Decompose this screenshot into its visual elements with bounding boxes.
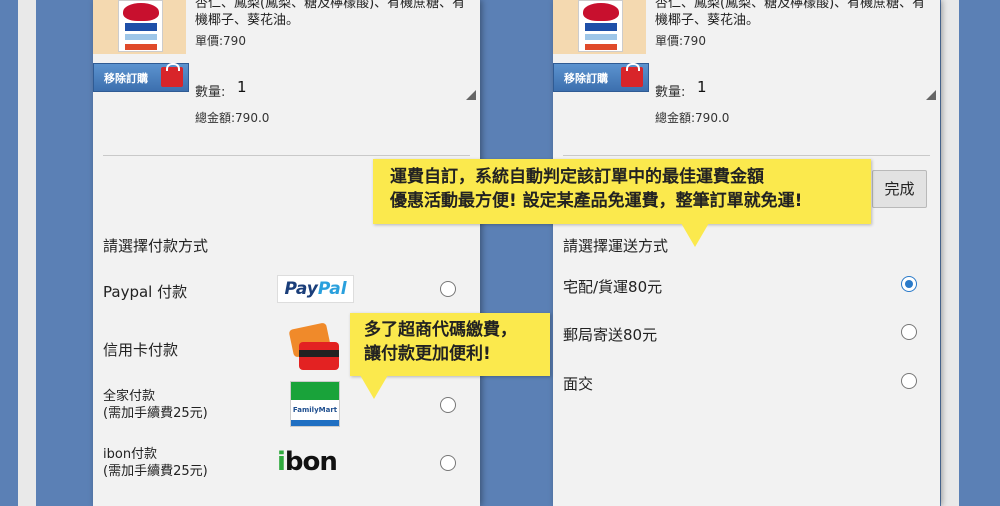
ibon-logo-text-2: bon <box>284 447 338 477</box>
remove-order-label: 移除訂購 <box>564 71 608 85</box>
unit-price: 單價:790 <box>655 34 706 48</box>
shipping-callout-line-1: 運費自訂，系統自動判定該訂單中的最佳運費金額 <box>390 167 764 187</box>
radio-delivery[interactable] <box>901 276 917 292</box>
shipping-callout-line-2: 優惠活動最方便! 設定某產品免運費，整筆訂單就免運! <box>390 191 803 211</box>
desc-line-1: 杏仁、鳳梨(鳳梨、糖及檸檬酸)、有機蔗糖、有 <box>195 0 466 11</box>
shipping-option-delivery[interactable]: 宅配/貨運80元 <box>563 276 662 297</box>
payment-option-ibon[interactable]: ibon付款 (需加手續費25元) <box>103 446 208 480</box>
payment-screen: 杏仁、鳳梨(鳳梨、糖及檸檬酸)、有機蔗糖、有 機椰子、葵花油。 單價:790 移… <box>93 0 480 506</box>
product-image <box>93 0 186 54</box>
quantity-input[interactable]: 1 <box>697 78 707 96</box>
product-description: 杏仁、鳳梨(鳳梨、糖及檸檬酸)、有機蔗糖、有 機椰子、葵花油。 <box>655 0 940 29</box>
remove-order-button[interactable]: 移除訂購 <box>93 63 189 92</box>
desc-line-1: 杏仁、鳳梨(鳳梨、糖及檸檬酸)、有機蔗糖、有 <box>655 0 926 11</box>
remove-order-button[interactable]: 移除訂購 <box>553 63 649 92</box>
left-gutter <box>18 0 36 506</box>
paypal-logo-text-2: Pal <box>317 279 347 299</box>
payment-title: 請選擇付款方式 <box>103 237 209 255</box>
payment-callout: 多了超商代碼繳費， 讓付款更加便利! <box>350 313 550 399</box>
product-package <box>118 0 163 52</box>
payment-option-familymart[interactable]: 全家付款 (需加手續費25元) <box>103 388 208 422</box>
divider <box>563 155 930 156</box>
credit-card-icon <box>288 322 341 372</box>
product-package <box>578 0 623 52</box>
familymart-logo: FamilyMart <box>290 381 340 427</box>
shipping-option-post[interactable]: 郵局寄送80元 <box>563 324 657 345</box>
unit-price: 單價:790 <box>195 34 246 48</box>
shipping-screen: 杏仁、鳳梨(鳳梨、糖及檸檬酸)、有機蔗糖、有 機椰子、葵花油。 單價:790 移… <box>553 0 940 506</box>
ibon-label: ibon付款 <box>103 447 158 462</box>
familymart-fee-note: (需加手續費25元) <box>103 406 208 421</box>
divider <box>103 155 470 156</box>
total-amount: 總金額:790.0 <box>655 111 730 125</box>
paypal-logo-text-1: Pay <box>284 279 318 299</box>
familymart-logo-text: FamilyMart <box>292 406 338 414</box>
right-gutter <box>941 0 959 506</box>
product-description: 杏仁、鳳梨(鳳梨、糖及檸檬酸)、有機蔗糖、有 機椰子、葵花油。 <box>195 0 480 29</box>
total-amount: 總金額:790.0 <box>195 111 270 125</box>
shipping-option-meetup[interactable]: 面交 <box>563 373 593 394</box>
product-image <box>553 0 646 54</box>
radio-post[interactable] <box>901 324 917 340</box>
ibon-fee-note: (需加手續費25元) <box>103 464 208 479</box>
resize-corner-icon <box>926 90 936 100</box>
quantity-label: 數量: <box>195 85 226 100</box>
shopping-bag-icon <box>161 63 183 87</box>
callout-tail <box>681 223 709 247</box>
radio-ibon[interactable] <box>440 455 456 471</box>
payment-callout-line-1: 多了超商代碼繳費， <box>364 320 517 340</box>
shipping-callout: 運費自訂，系統自動判定該訂單中的最佳運費金額 優惠活動最方便! 設定某產品免運費… <box>373 159 871 247</box>
payment-option-credit-card[interactable]: 信用卡付款 <box>103 339 178 360</box>
desc-line-2: 機椰子、葵花油。 <box>655 13 760 28</box>
familymart-label: 全家付款 <box>103 389 156 404</box>
paypal-logo: PayPal <box>277 275 354 303</box>
quantity-input[interactable]: 1 <box>237 78 247 96</box>
shipping-title: 請選擇運送方式 <box>563 237 669 255</box>
remove-order-label: 移除訂購 <box>104 71 148 85</box>
ibon-logo-text-1: i <box>277 447 286 477</box>
radio-meetup[interactable] <box>901 373 917 389</box>
quantity-label: 數量: <box>655 85 686 100</box>
shopping-bag-icon <box>621 63 643 87</box>
done-button[interactable]: 完成 <box>872 170 927 208</box>
payment-callout-line-2: 讓付款更加便利! <box>364 344 491 364</box>
payment-option-paypal[interactable]: Paypal 付款 <box>103 281 187 302</box>
radio-familymart[interactable] <box>440 397 456 413</box>
desc-line-2: 機椰子、葵花油。 <box>195 13 300 28</box>
radio-paypal[interactable] <box>440 281 456 297</box>
ibon-logo: ibon <box>277 447 338 477</box>
callout-tail <box>360 375 388 399</box>
resize-corner-icon <box>466 90 476 100</box>
